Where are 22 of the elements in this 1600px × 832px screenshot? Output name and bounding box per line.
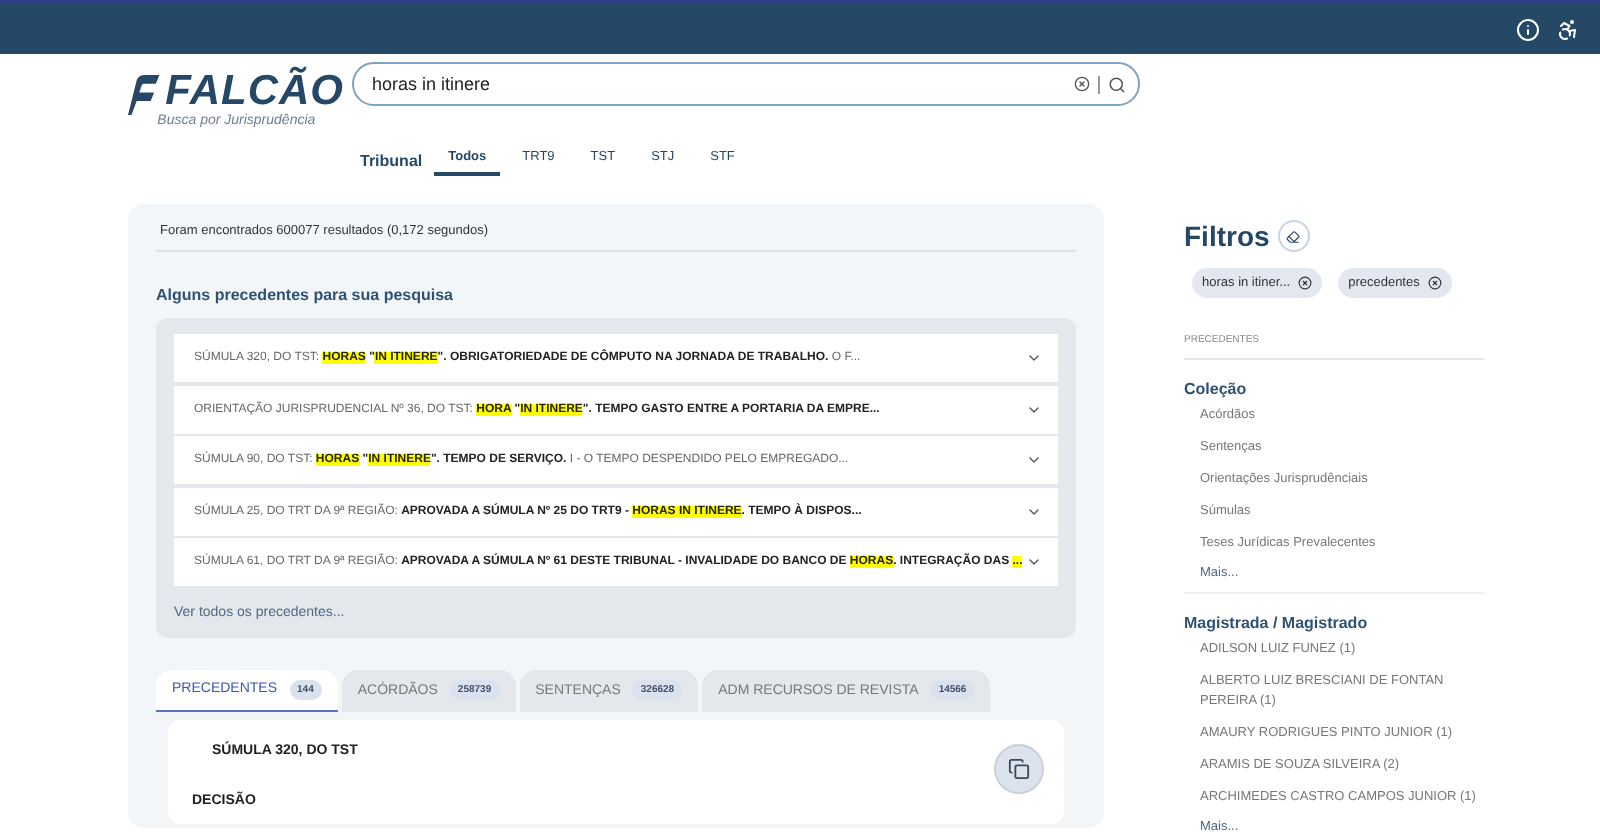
search-icon[interactable] (1108, 75, 1126, 93)
info-icon[interactable] (1516, 17, 1540, 41)
remove-icon[interactable] (1298, 276, 1313, 290)
chevron-down-icon[interactable] (1026, 452, 1042, 468)
filters-title: Filtros (1184, 220, 1270, 252)
section-title: Coleção (1184, 380, 1249, 398)
copy-icon (1008, 757, 1030, 779)
remove-icon[interactable] (1427, 276, 1442, 290)
clear-icon[interactable] (1074, 76, 1090, 92)
tribunal-label: Tribunal (360, 151, 423, 169)
search-bar[interactable]: horas in itinere (352, 62, 1140, 106)
precedents-heading: Alguns precedentes para sua pesquisa (156, 286, 455, 304)
logo-icon (128, 70, 160, 120)
section-title: Magistrada / Magistrado (1184, 614, 1370, 632)
eraser-button[interactable] (1277, 220, 1310, 252)
accessibility-icon[interactable] (1556, 17, 1580, 41)
chevron-down-icon[interactable] (1026, 554, 1042, 570)
copy-button[interactable] (994, 743, 1044, 793)
chevron-down-icon[interactable] (1026, 350, 1042, 366)
eraser-icon (1286, 229, 1301, 243)
logo-wordmark: FALCÃO (165, 70, 344, 114)
search-field[interactable]: horas in itinere (368, 72, 1066, 96)
